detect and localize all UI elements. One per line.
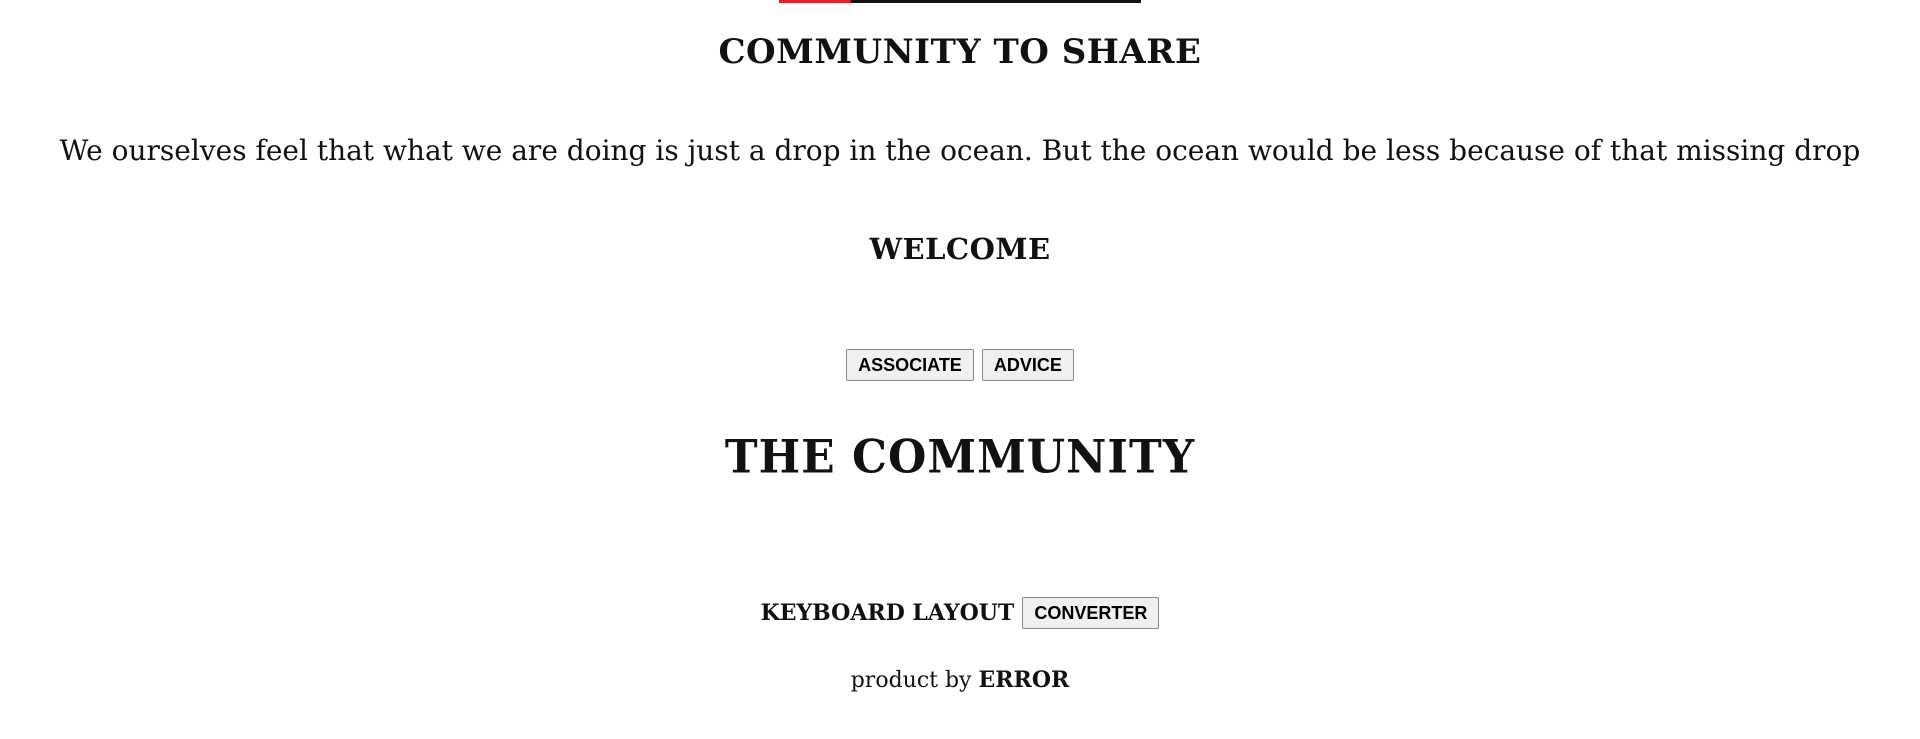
- associate-button[interactable]: ASSOCIATE: [846, 349, 974, 381]
- top-progress-bar: [779, 0, 1141, 3]
- product-credit-brand: ERROR: [978, 667, 1070, 693]
- mission-quote: We ourselves feel that what we are doing…: [59, 134, 1861, 167]
- converter-button[interactable]: CONVERTER: [1022, 597, 1160, 629]
- page-headline: COMMUNITY TO SHARE: [718, 32, 1202, 72]
- product-credit-prefix: product by: [850, 668, 972, 693]
- page: COMMUNITY TO SHARE We ourselves feel tha…: [0, 0, 1920, 739]
- product-credit: product by ERROR: [0, 667, 1920, 693]
- main-button-row: ASSOCIATE ADVICE: [0, 349, 1920, 381]
- top-progress-bar-fill: [779, 0, 852, 3]
- advice-button[interactable]: ADVICE: [981, 349, 1074, 381]
- community-title: THE COMMUNITY: [724, 430, 1196, 485]
- welcome-heading: WELCOME: [869, 232, 1051, 266]
- keyboard-layout-row: KEYBOARD LAYOUT CONVERTER: [0, 597, 1920, 629]
- keyboard-layout-label: KEYBOARD LAYOUT: [760, 600, 1015, 626]
